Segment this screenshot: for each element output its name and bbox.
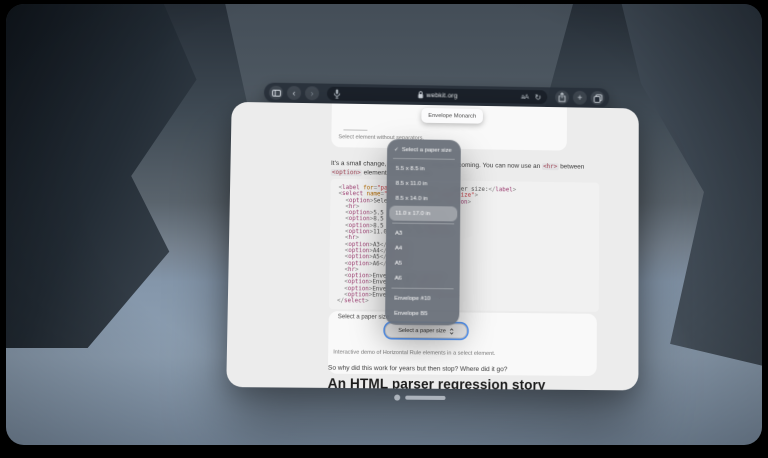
popup-item[interactable]: Envelope #10 [388,291,456,307]
screenshot-stage: ‹ › webkit.org aA ↻ + Envelope Monarch [0,0,768,458]
popup-item[interactable]: A3 [389,226,457,242]
share-button[interactable] [555,90,569,104]
code-line: </select> [337,298,591,307]
popup-header[interactable]: ✓ Select a paper size [390,143,458,157]
paper-size-popup: ✓ Select a paper size 5.5 x 8.5 in8.5 x … [385,139,461,325]
back-icon: ‹ [292,88,295,97]
popup-separator [393,158,455,160]
inline-code: <option> [331,169,362,176]
window-close-button[interactable] [394,395,400,401]
paragraph-text: between [558,163,584,170]
popup-item[interactable]: A6 [388,271,456,287]
check-icon: ✓ [394,147,399,153]
back-button[interactable]: ‹ [287,86,301,100]
popup-item[interactable]: A5 [389,256,457,272]
plus-icon: + [577,93,582,102]
chevron-up-down-icon [449,327,454,335]
url-center: webkit.org [327,90,547,102]
code-block: <label for="papersize">Select a paper si… [329,179,599,312]
safari-scene: ‹ › webkit.org aA ↻ + Envelope Monarch [205,76,644,415]
popup-item[interactable]: 8.5 x 14.0 in [389,191,457,207]
share-icon [558,92,566,102]
code-lines: <label for="papersize">Select a paper si… [337,185,591,307]
envelope-monarch-label: Envelope Monarch [428,112,476,119]
demo2-caption: Interactive demo of Horizontal Rule elem… [333,349,495,357]
inline-code: <hr> [542,163,558,170]
tabs-icon [593,94,602,103]
intro-paragraph: It's a small change, but it's been a lon… [331,159,601,181]
popup-item[interactable]: 5.5 x 8.5 in [390,161,458,177]
popup-item[interactable]: 11.0 x 17.0 in [389,206,457,222]
reload-button[interactable]: ↻ [535,93,542,102]
url-field[interactable]: webkit.org aA ↻ [327,87,547,104]
sidebar-icon [271,89,280,96]
popup-list: 5.5 x 8.5 in8.5 x 11.0 in8.5 x 14.0 in11… [388,161,458,322]
envelope-monarch-button[interactable]: Envelope Monarch [421,108,483,124]
new-tab-button[interactable]: + [573,91,587,105]
microphone-icon [333,88,341,99]
tabs-button[interactable] [591,91,605,105]
url-text: webkit.org [426,92,457,99]
padlock-icon [417,91,423,99]
reader-button[interactable]: aA [521,93,529,100]
select-label: Select a paper size: [338,314,391,321]
select-value: Select a paper size [398,327,446,334]
popup-item[interactable]: 8.5 x 11.0 in [390,176,458,192]
forward-button[interactable]: › [305,86,319,100]
popup-separator [391,288,453,290]
hr-divider [343,129,367,130]
window-drag-handle[interactable] [405,396,445,400]
popup-item[interactable]: A4 [389,241,457,257]
forward-icon: › [310,89,313,98]
article-heading: An HTML parser regression story [328,376,546,391]
popup-separator [392,223,454,225]
popup-header-label: Select a paper size [402,147,452,154]
popup-item[interactable]: Envelope B5 [388,306,456,322]
sidebar-button[interactable] [269,86,283,100]
